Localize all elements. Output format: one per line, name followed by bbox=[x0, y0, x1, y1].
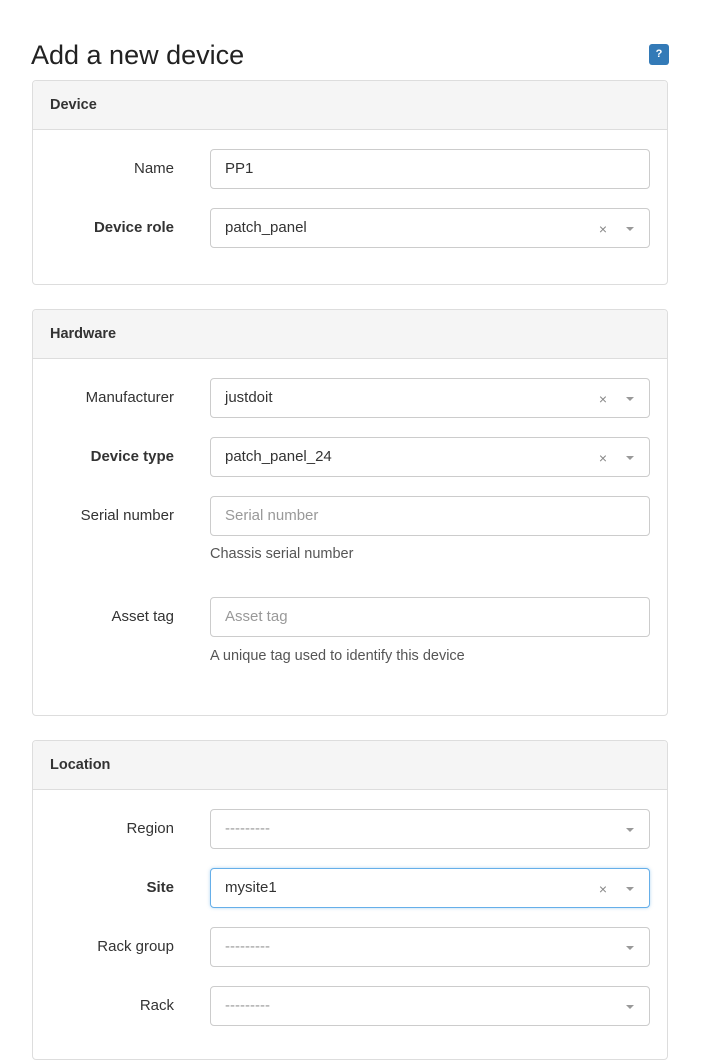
site-value: mysite1 bbox=[225, 879, 277, 896]
location-panel: Location Region --------- Site mysite1 ×… bbox=[32, 740, 668, 1060]
rack-value: --------- bbox=[225, 997, 270, 1014]
site-chevron-down-icon[interactable] bbox=[626, 887, 634, 891]
serial-number-label: Serial number bbox=[80, 507, 174, 524]
name-value: PP1 bbox=[225, 160, 254, 177]
manufacturer-label: Manufacturer bbox=[85, 389, 174, 406]
asset-tag-input[interactable]: Asset tag bbox=[210, 597, 650, 637]
rack-group-row: Rack group --------- bbox=[33, 927, 667, 967]
manufacturer-select[interactable]: justdoit × bbox=[210, 378, 650, 418]
site-select[interactable]: mysite1 × bbox=[210, 868, 650, 908]
device-panel: Device Name PP1 Device role patch_panel … bbox=[32, 80, 668, 285]
location-panel-heading: Location bbox=[33, 741, 667, 790]
page-header: Add a new device ? bbox=[31, 37, 669, 73]
device-role-value: patch_panel bbox=[225, 219, 307, 236]
device-role-row: Device role patch_panel × bbox=[33, 208, 667, 248]
site-row: Site mysite1 × bbox=[33, 868, 667, 908]
serial-number-help-text: Chassis serial number bbox=[210, 546, 354, 562]
device-role-label: Device role bbox=[93, 219, 174, 236]
site-clear-icon[interactable]: × bbox=[599, 869, 607, 909]
name-row: Name PP1 bbox=[33, 149, 667, 189]
hardware-panel-heading: Hardware bbox=[33, 310, 667, 359]
rack-chevron-down-icon[interactable] bbox=[626, 1005, 634, 1009]
device-role-select[interactable]: patch_panel × bbox=[210, 208, 650, 248]
device-type-chevron-down-icon[interactable] bbox=[626, 456, 634, 460]
device-role-chevron-down-icon[interactable] bbox=[626, 227, 634, 231]
rack-group-value: --------- bbox=[225, 938, 270, 955]
rack-select[interactable]: --------- bbox=[210, 986, 650, 1026]
device-type-clear-icon[interactable]: × bbox=[599, 438, 607, 478]
serial-number-input[interactable]: Serial number bbox=[210, 496, 650, 536]
name-label: Name bbox=[133, 160, 174, 177]
rack-row: Rack --------- bbox=[33, 986, 667, 1026]
rack-group-label: Rack group bbox=[97, 938, 174, 955]
rack-group-chevron-down-icon[interactable] bbox=[626, 946, 634, 950]
asset-tag-row: Asset tag Asset tag bbox=[33, 597, 667, 637]
manufacturer-chevron-down-icon[interactable] bbox=[626, 397, 634, 401]
manufacturer-value: justdoit bbox=[225, 389, 273, 406]
manufacturer-clear-icon[interactable]: × bbox=[599, 379, 607, 419]
serial-number-placeholder: Serial number bbox=[225, 507, 319, 524]
device-type-row: Device type patch_panel_24 × bbox=[33, 437, 667, 477]
device-type-select[interactable]: patch_panel_24 × bbox=[210, 437, 650, 477]
region-chevron-down-icon[interactable] bbox=[626, 828, 634, 832]
device-type-label: Device type bbox=[90, 448, 174, 465]
device-type-value: patch_panel_24 bbox=[225, 448, 332, 465]
asset-tag-help-text: A unique tag used to identify this devic… bbox=[210, 648, 465, 664]
region-row: Region --------- bbox=[33, 809, 667, 849]
device-panel-heading: Device bbox=[33, 81, 667, 130]
asset-tag-label: Asset tag bbox=[111, 608, 174, 625]
device-role-clear-icon[interactable]: × bbox=[599, 209, 607, 249]
page-title: Add a new device bbox=[31, 40, 245, 70]
site-label: Site bbox=[146, 879, 174, 896]
serial-number-row: Serial number Serial number bbox=[33, 496, 667, 536]
region-select[interactable]: --------- bbox=[210, 809, 650, 849]
manufacturer-row: Manufacturer justdoit × bbox=[33, 378, 667, 418]
name-input[interactable]: PP1 bbox=[210, 149, 650, 189]
help-icon: ? bbox=[655, 48, 663, 60]
rack-group-select[interactable]: --------- bbox=[210, 927, 650, 967]
rack-label: Rack bbox=[139, 997, 174, 1014]
region-value: --------- bbox=[225, 820, 270, 837]
hardware-panel: Hardware Manufacturer justdoit × Device … bbox=[32, 309, 668, 716]
region-label: Region bbox=[126, 820, 174, 837]
help-button[interactable]: ? bbox=[649, 44, 669, 65]
asset-tag-placeholder: Asset tag bbox=[225, 608, 288, 625]
